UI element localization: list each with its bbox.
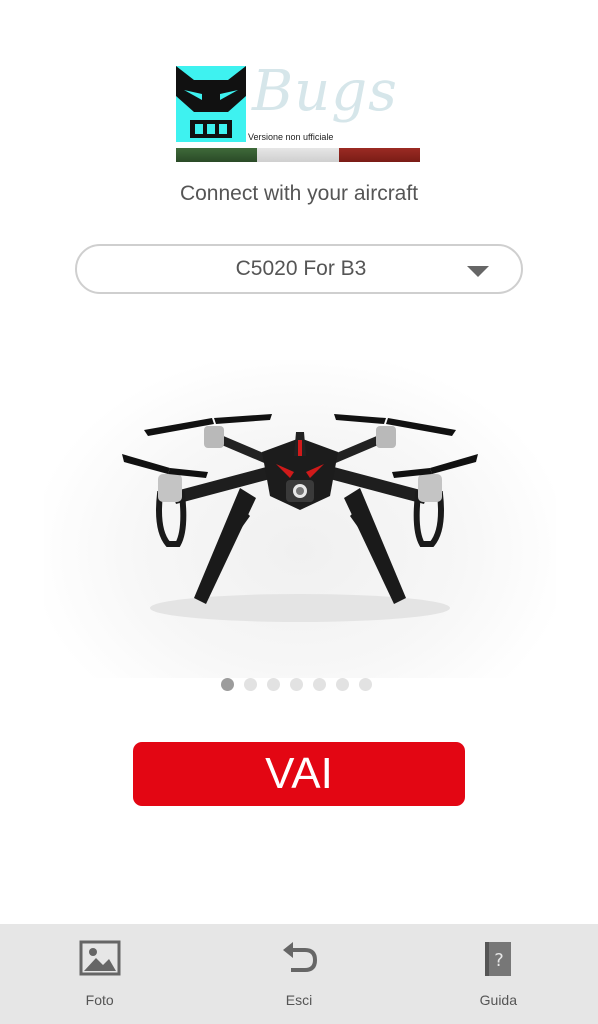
- undo-arrow-icon: [282, 942, 317, 972]
- bug-mascot-icon: [176, 66, 246, 142]
- app-logo: Bugs Versione non ufficiale: [176, 60, 422, 164]
- nav-item-guida[interactable]: ? Guida: [399, 924, 598, 1024]
- page-subtitle: Connect with your aircraft: [179, 182, 419, 205]
- italian-flag-stripe: [176, 148, 420, 162]
- aircraft-select[interactable]: C5020 For B3: [75, 244, 523, 294]
- pager-dot[interactable]: [267, 678, 280, 691]
- pager-dot[interactable]: [290, 678, 303, 691]
- chevron-down-icon: [467, 266, 489, 277]
- pager-dot[interactable]: [359, 678, 372, 691]
- pager-dot[interactable]: [336, 678, 349, 691]
- nav-item-foto[interactable]: Foto: [0, 924, 199, 1024]
- svg-text:?: ?: [495, 950, 505, 971]
- help-book-icon: ?: [485, 942, 512, 976]
- pager-dot[interactable]: [221, 678, 234, 691]
- connect-screen: Bugs Versione non ufficiale Connect with…: [0, 0, 598, 1024]
- nav-item-esci[interactable]: Esci: [199, 924, 398, 1024]
- pager-dot[interactable]: [313, 678, 326, 691]
- nav-item-label: Guida: [479, 992, 517, 1008]
- nav-item-label: Foto: [85, 992, 114, 1008]
- logo-tagline: Versione non ufficiale: [248, 132, 334, 142]
- drone-image: [44, 360, 556, 678]
- aircraft-select-value: C5020 For B3: [235, 257, 367, 280]
- photo-icon: [79, 940, 121, 976]
- logo-wordmark: Bugs: [252, 59, 398, 124]
- carousel-pager: [221, 678, 372, 691]
- bottom-nav: Foto Esci ? Guida: [0, 924, 598, 1024]
- go-button[interactable]: VAI: [133, 742, 465, 806]
- drone-photo-illustration: [122, 414, 478, 622]
- nav-item-label: Esci: [285, 992, 313, 1008]
- pager-dot[interactable]: [244, 678, 257, 691]
